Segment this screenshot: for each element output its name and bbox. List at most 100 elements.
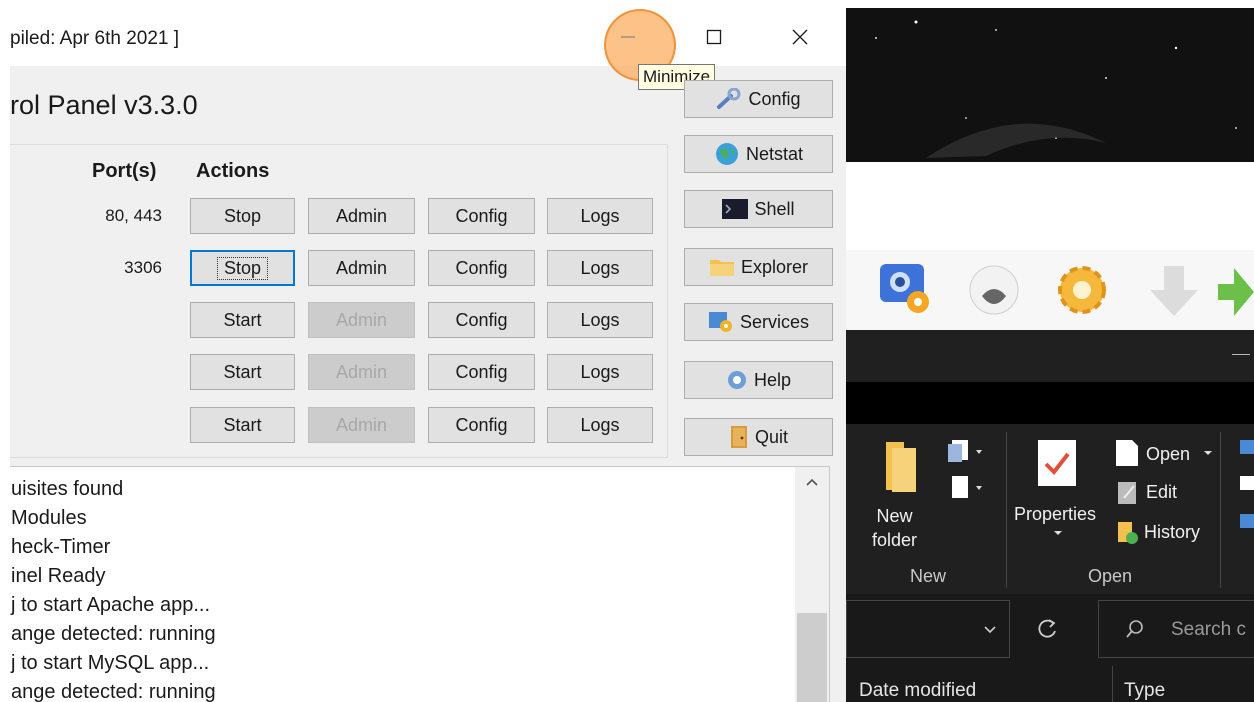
module4-admin-button: Admin [308,354,415,390]
help-icon [727,371,746,389]
camera-gear-icon[interactable] [878,260,934,320]
services-button[interactable]: Services [684,303,833,341]
chevron-down-icon[interactable] [1052,528,1064,538]
config-button[interactable]: Config [684,80,833,118]
quit-button[interactable]: Quit [684,418,833,456]
address-bar[interactable] [846,600,1010,658]
log-line: j to start Apache app... [11,594,211,616]
log-panel[interactable]: uisites found Modules heck-Timer inel Re… [10,466,830,702]
explorer-button[interactable]: Explorer [684,248,833,286]
button-label: Stop [216,256,269,280]
edit-button[interactable]: Edit [1146,482,1177,503]
log-line: Modules [11,507,87,529]
apache-stop-button[interactable]: Stop [190,198,295,234]
properties-icon [1038,440,1076,486]
module5-start-button[interactable]: Start [190,407,295,443]
module4-start-button[interactable]: Start [190,354,295,390]
refresh-button[interactable] [1016,600,1080,658]
apache-config-button[interactable]: Config [428,198,535,234]
button-label: Quit [754,426,788,447]
arrow-right-icon[interactable] [1218,262,1254,322]
column-type[interactable]: Type [1124,680,1165,702]
button-label: Shell [754,198,795,219]
minimize-icon[interactable] [1232,354,1250,355]
mysql-admin-button[interactable]: Admin [308,250,415,286]
ribbon-divider [1220,432,1221,588]
module5-config-button[interactable]: Config [428,407,535,443]
mysql-logs-button[interactable]: Logs [547,250,653,286]
button-label: Start [223,309,262,330]
new-folder-button[interactable]: New folder [872,504,917,552]
button-label: Logs [580,257,620,278]
button-label: Config [455,361,508,382]
shell-button[interactable]: Shell [684,190,833,228]
module4-config-button[interactable]: Config [428,354,535,390]
module3-start-button[interactable]: Start [190,302,295,338]
minimize-button[interactable] [600,8,656,66]
column-divider[interactable] [1112,666,1113,702]
log-line: ange detected: running [11,681,216,702]
netstat-button[interactable]: Netstat [684,135,833,173]
apache-logs-button[interactable]: Logs [547,198,653,234]
gear-icon[interactable] [1052,258,1112,322]
button-label: Logs [580,205,620,226]
sheep-icon[interactable] [964,260,1024,320]
window-blank-area [846,162,1254,250]
window-title: piled: Apr 6th 2021 ] [10,28,180,49]
panel-title: rol Panel v3.3.0 [10,90,198,120]
arrow-down-icon[interactable] [1146,262,1202,322]
button-label: Config [455,257,508,278]
button-label: Admin [335,205,388,226]
button-label: Netstat [745,143,804,164]
maximize-button[interactable] [686,8,742,66]
mysql-stop-button[interactable]: Stop [190,250,295,286]
close-button[interactable] [772,8,828,66]
search-placeholder: Search c [1171,619,1246,640]
file-list-header: Date modified Type [846,666,1254,702]
button-label: Help [753,369,792,390]
log-line: heck-Timer [11,536,111,558]
explorer-tabs-area [846,382,1254,424]
properties-button[interactable]: Properties [1014,504,1096,525]
explorer-titlebar [846,330,1254,382]
button-label: Config [455,309,508,330]
module5-logs-button[interactable]: Logs [547,407,653,443]
xampp-control-panel-window: piled: Apr 6th 2021 ] Minimize rol Panel… [10,8,846,702]
open-button[interactable]: Open [1146,444,1190,465]
history-button[interactable]: History [1144,522,1200,543]
chevron-down-icon[interactable] [1202,448,1214,458]
terminal-icon [722,199,749,219]
module-ports: 80, 443 [105,206,162,225]
mysql-config-button[interactable]: Config [428,250,535,286]
button-label: Admin [335,309,388,330]
ports-header: Port(s) [92,160,157,182]
scroll-thumb[interactable] [797,613,827,702]
desktop-wallpaper [846,8,1254,162]
select-icons[interactable] [1240,440,1254,540]
open-group-label: Open [1088,566,1133,586]
button-label: Logs [580,361,620,382]
help-button[interactable]: Help [684,361,833,399]
scroll-up-arrow[interactable] [795,477,829,497]
column-date-modified[interactable]: Date modified [859,680,976,702]
services-icon [708,312,732,332]
module3-logs-button[interactable]: Logs [547,302,653,338]
module4-logs-button[interactable]: Logs [547,354,653,390]
log-scrollbar[interactable] [795,467,829,702]
button-label: Admin [335,414,388,435]
module3-admin-button: Admin [308,302,415,338]
apache-admin-button[interactable]: Admin [308,198,415,234]
starfield [875,20,1237,158]
button-label: Logs [580,309,620,330]
module3-config-button[interactable]: Config [428,302,535,338]
chevron-down-icon[interactable] [983,625,997,635]
open-icon [1116,440,1138,466]
new-folder-icon [886,442,916,492]
search-box[interactable]: Search c [1098,600,1254,658]
history-icon [1118,522,1138,544]
button-label: Config [748,88,801,109]
module-ports: 3306 [124,258,162,277]
easy-access-icon[interactable] [948,476,988,502]
new-item-icon[interactable] [948,438,988,464]
log-line: j to start MySQL app... [11,652,210,674]
